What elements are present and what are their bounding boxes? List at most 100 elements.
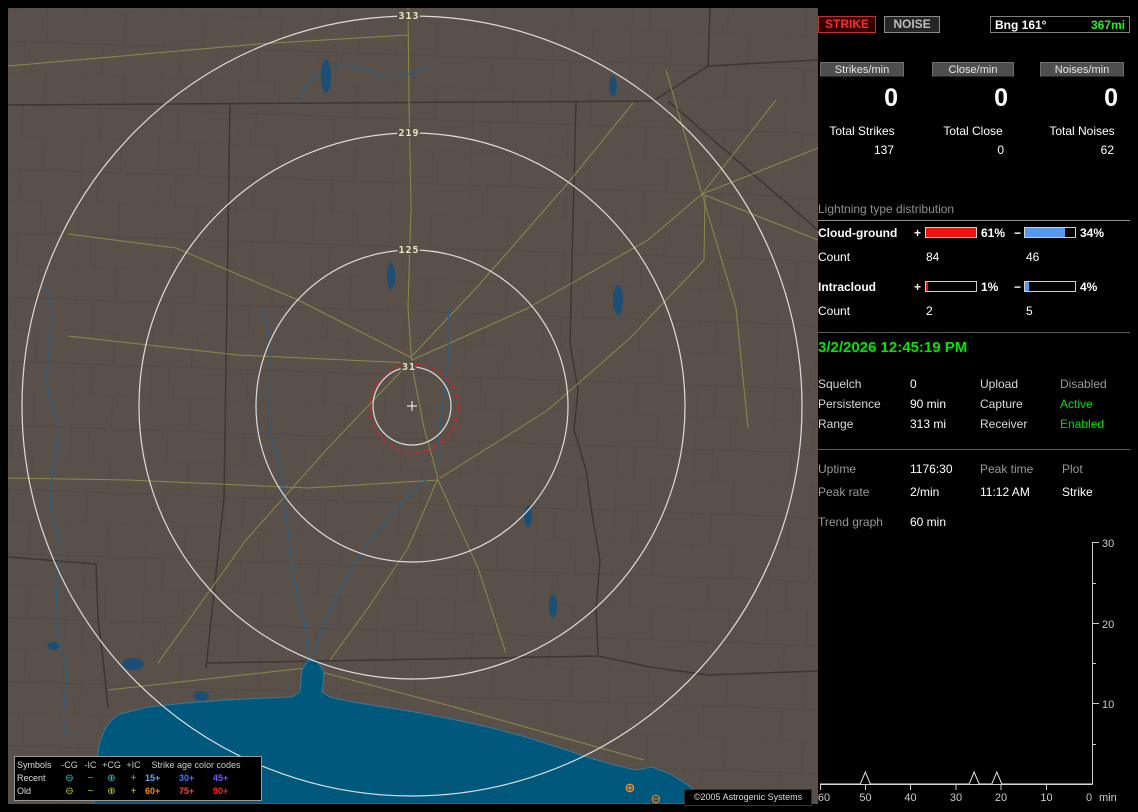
age-90: 90+: [213, 786, 229, 796]
intracloud-label: Intracloud: [818, 280, 877, 294]
trend-graph: 30 20 10 60 50 40 30 20 10 0 min: [818, 538, 1117, 804]
strikes-per-min-value: 0: [884, 84, 898, 112]
ic-positive-fill: [926, 282, 928, 291]
x-tick-30: 30: [950, 792, 962, 804]
y-tick-20: 20: [1102, 619, 1114, 631]
cg-negative-fill: [1025, 228, 1065, 237]
age-75: 75+: [179, 786, 195, 796]
strike-symbol-neg-cg-icon: ⊖: [651, 792, 662, 804]
plot-value: Strike: [1062, 485, 1093, 499]
map-legend: Symbols -CG -IC +CG +IC Strike age color…: [14, 756, 262, 801]
trend-window-value: 60 min: [910, 515, 947, 529]
trend-line: [820, 770, 1092, 785]
legend-col-pos-cg: +CG: [102, 760, 121, 770]
ic-positive-pct: 1%: [981, 280, 999, 294]
distribution-title: Lightning type distribution: [818, 202, 1130, 221]
pos-ic-old-icon: +: [130, 785, 137, 797]
sidebar: STRIKE NOISE Bng 161° 367mi Strikes/min …: [818, 0, 1138, 812]
trend-axes: [820, 542, 1099, 790]
ring-label-125: 125: [398, 245, 419, 256]
ic-minus-sign: −: [1014, 280, 1022, 294]
age-60: 60+: [145, 786, 161, 796]
age-30: 30+: [179, 773, 195, 783]
persistence-value: 90 min: [910, 397, 947, 411]
close-rate-column: Close/min 0 Total Close 0: [932, 62, 1014, 157]
copyright-badge: ©2005 Astrogenic Systems: [684, 789, 812, 806]
ic-negative-count: 5: [1026, 304, 1033, 318]
plot-label: Plot: [1062, 462, 1083, 476]
legend-symbols-header: Symbols: [17, 760, 52, 770]
neg-cg-recent-icon: ⊖: [65, 772, 74, 784]
cg-positive-pct: 61%: [981, 226, 1006, 240]
total-noises-value: 62: [1100, 143, 1114, 157]
cloud-ground-label: Cloud-ground: [818, 226, 898, 240]
total-close-label: Total Close: [943, 124, 1003, 138]
neg-cg-old-icon: ⊖: [65, 785, 74, 797]
y-tick-10: 10: [1102, 699, 1114, 711]
trend-tick-labels: 30 20 10 60 50 40 30 20 10 0 min: [818, 538, 1117, 804]
strike-mode-button[interactable]: STRIKE: [818, 16, 876, 33]
trend-graph-label: Trend graph: [818, 515, 883, 529]
ic-positive-count: 2: [926, 304, 933, 318]
ring-label-313: 313: [398, 11, 419, 22]
noises-per-min-button[interactable]: Noises/min: [1040, 62, 1124, 77]
map-canvas: 31 125 219 313 ⊕ ⊖: [8, 8, 818, 804]
close-per-min-value: 0: [994, 84, 1008, 112]
x-tick-20: 20: [995, 792, 1007, 804]
divider: [818, 449, 1130, 450]
cg-negative-bar: [1024, 227, 1076, 238]
strikes-rate-column: Strikes/min 0 Total Strikes 137: [820, 62, 904, 157]
total-noises-label: Total Noises: [1049, 124, 1115, 138]
neg-ic-recent-icon: −: [87, 772, 94, 784]
peak-time-value: 11:12 AM: [980, 485, 1030, 499]
x-tick-0: 0: [1086, 792, 1092, 804]
ic-count-label: Count: [818, 304, 851, 318]
range-label: Range: [818, 417, 854, 431]
persistence-label: Persistence: [818, 397, 881, 411]
neg-ic-old-icon: −: [87, 785, 94, 797]
cg-negative-pct: 34%: [1080, 226, 1105, 240]
capture-label: Capture: [980, 397, 1023, 411]
uptime-label: Uptime: [818, 462, 857, 476]
noise-mode-button[interactable]: NOISE: [884, 16, 940, 33]
lightning-map[interactable]: 31 125 219 313 ⊕ ⊖ Symbols -CG -IC +CG +…: [8, 8, 818, 806]
legend-age-header: Strike age color codes: [151, 760, 241, 770]
x-tick-10: 10: [1040, 792, 1052, 804]
y-tick-30: 30: [1102, 538, 1114, 550]
legend-header-row: Symbols -CG -IC +CG +IC Strike age color…: [17, 759, 259, 772]
total-strikes-label: Total Strikes: [829, 124, 895, 138]
peak-rate-label: Peak rate: [818, 485, 870, 499]
divider: [818, 332, 1130, 333]
peak-rate-value: 2/min: [910, 485, 940, 499]
bearing-label: Bng 161°: [995, 17, 1047, 32]
strike-symbol-pos-cg-icon: ⊕: [625, 781, 636, 796]
cg-minus-sign: −: [1014, 226, 1022, 240]
datetime-display: 3/2/2026 12:45:19 PM: [818, 339, 968, 356]
total-strikes-value: 137: [873, 143, 894, 157]
legend-col-neg-cg: -CG: [61, 760, 78, 770]
cg-positive-fill: [926, 228, 976, 237]
strikes-per-min-button[interactable]: Strikes/min: [820, 62, 904, 77]
ic-negative-bar: [1024, 281, 1076, 292]
close-per-min-button[interactable]: Close/min: [932, 62, 1014, 77]
legend-recent-row: Recent ⊖ − ⊕ + 15+ 30+ 45+: [17, 772, 259, 785]
legend-old-label: Old: [17, 786, 32, 796]
noises-rate-column: Noises/min 0 Total Noises 62: [1040, 62, 1124, 157]
uptime-value: 1176:30: [910, 462, 953, 476]
squelch-label: Squelch: [818, 377, 862, 391]
legend-old-row: Old ⊖ − ⊕ + 60+ 75+ 90+: [17, 785, 259, 798]
x-tick-50: 50: [859, 792, 871, 804]
cg-negative-count: 46: [1026, 250, 1040, 264]
cg-count-label: Count: [818, 250, 851, 264]
x-axis-unit: min: [1099, 792, 1117, 804]
capture-status: Active: [1060, 397, 1093, 411]
receiver-label: Receiver: [980, 417, 1028, 431]
age-15: 15+: [145, 773, 161, 783]
upload-label: Upload: [980, 377, 1019, 391]
pos-cg-old-icon: ⊕: [107, 785, 116, 797]
ic-plus-sign: +: [914, 280, 922, 294]
receiver-status: Enabled: [1060, 417, 1105, 431]
x-tick-60: 60: [818, 792, 830, 804]
cg-positive-bar: [925, 227, 977, 238]
legend-col-neg-ic: -IC: [84, 760, 97, 770]
